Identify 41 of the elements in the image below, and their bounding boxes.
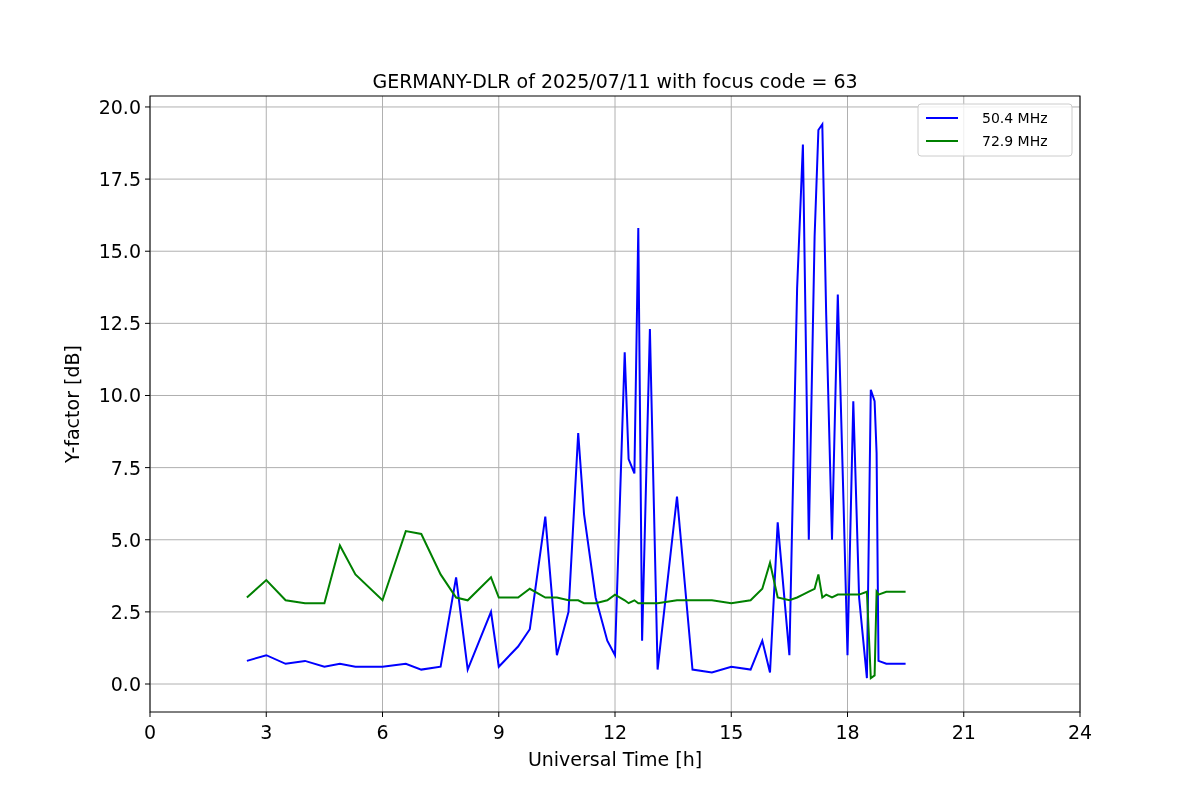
tick-mark [144, 539, 151, 541]
y-axis-label: Y-factor [dB] [61, 345, 83, 463]
tick-mark [382, 711, 383, 718]
y-tick-label: 5.0 [110, 528, 141, 551]
tick-mark [498, 711, 500, 718]
tick-mark [144, 683, 151, 685]
legend-label: 50.4 MHz [982, 110, 1048, 126]
y-tick-label: 10.0 [98, 384, 141, 407]
y-tick-label: 12.5 [98, 312, 141, 335]
chart-title: GERMANY-DLR of 2025/07/11 with focus code = 63 [372, 70, 858, 92]
y-tick-label: 7.5 [110, 456, 141, 479]
tick-mark [1079, 711, 1081, 718]
y-tick-label: 2.5 [110, 600, 141, 623]
tick-mark [730, 711, 732, 718]
tick-mark [144, 395, 151, 396]
tick-mark [149, 711, 151, 718]
tick-mark [144, 106, 151, 108]
x-tick-label: 24 [1067, 721, 1093, 743]
x-tick-label: 21 [951, 721, 976, 743]
tick-mark [144, 467, 151, 469]
y-tick-label: 0.0 [110, 673, 141, 695]
tick-mark [847, 711, 848, 718]
tick-mark [144, 611, 151, 613]
x-tick-label: 0 [143, 721, 157, 743]
tick-mark [144, 178, 151, 180]
x-tick-label: 3 [260, 721, 273, 743]
tick-mark [144, 250, 151, 252]
tick-mark [963, 711, 965, 718]
tick-mark [144, 322, 151, 324]
legend-label: 72.9 MHz [982, 133, 1048, 149]
tick-mark [265, 711, 267, 718]
x-tick-label: 12 [602, 721, 628, 743]
x-tick-label: 15 [719, 721, 744, 743]
x-tick-label: 18 [835, 721, 860, 743]
x-tick-label: 9 [492, 721, 505, 743]
x-axis-label: Universal Time [h] [527, 748, 703, 770]
y-tick-label: 17.5 [98, 168, 141, 191]
y-tick-label: 15.0 [98, 240, 141, 263]
tick-mark [614, 711, 616, 718]
y-tick-label: 20.0 [98, 95, 141, 118]
x-tick-label: 6 [376, 721, 389, 743]
